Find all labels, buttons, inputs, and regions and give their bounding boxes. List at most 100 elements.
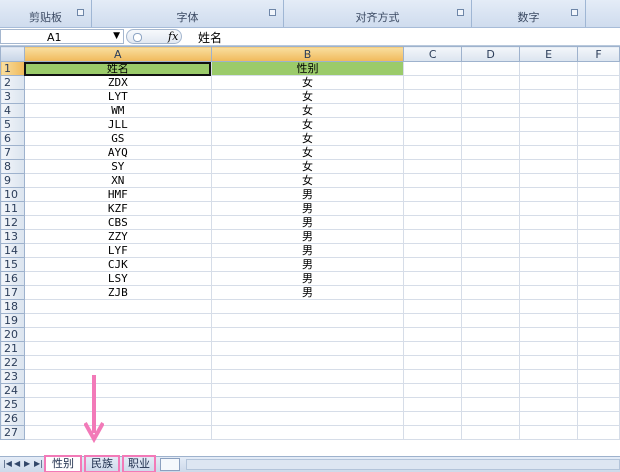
row-header[interactable]: 16: [0, 271, 25, 286]
cell-gender[interactable]: 男: [210, 257, 405, 272]
cell-gender[interactable]: 男: [210, 229, 405, 244]
dialog-launcher-icon[interactable]: [77, 9, 84, 16]
row-header[interactable]: 10: [0, 187, 25, 202]
cell-empty[interactable]: [461, 131, 521, 146]
cell-name[interactable]: LYT: [23, 89, 212, 104]
cell-empty[interactable]: [519, 229, 579, 244]
dialog-launcher-icon[interactable]: [457, 9, 464, 16]
cell-empty[interactable]: [577, 257, 620, 272]
cancel-icon[interactable]: [133, 33, 142, 42]
chevron-down-icon[interactable]: ▼: [113, 31, 120, 41]
cell-empty[interactable]: [577, 173, 620, 188]
cell-name[interactable]: [23, 369, 212, 384]
prev-sheet-icon[interactable]: ◀: [14, 459, 20, 468]
cell-empty[interactable]: [577, 327, 620, 342]
column-header-b[interactable]: B: [210, 46, 405, 62]
cell-empty[interactable]: [519, 425, 579, 440]
cell-name[interactable]: ZZY: [23, 229, 212, 244]
cell-name[interactable]: [23, 327, 212, 342]
cell-gender[interactable]: 男: [210, 271, 405, 286]
cell-gender[interactable]: 女: [210, 117, 405, 132]
row-header[interactable]: 14: [0, 243, 25, 258]
cell-empty[interactable]: [519, 117, 579, 132]
cell-empty[interactable]: [461, 75, 521, 90]
cell-empty[interactable]: [461, 103, 521, 118]
cell-name[interactable]: CBS: [23, 215, 212, 230]
cell-empty[interactable]: [519, 131, 579, 146]
select-all-corner[interactable]: [0, 46, 25, 62]
cell-name[interactable]: [23, 383, 212, 398]
cell-empty[interactable]: [403, 285, 463, 300]
cell-name[interactable]: [23, 355, 212, 370]
last-sheet-icon[interactable]: ▶|: [34, 459, 43, 468]
cell-empty[interactable]: [519, 243, 579, 258]
row-header[interactable]: 2: [0, 75, 25, 90]
row-header[interactable]: 7: [0, 145, 25, 160]
dialog-launcher-icon[interactable]: [571, 9, 578, 16]
cell-empty[interactable]: [403, 369, 463, 384]
cell-name[interactable]: LSY: [23, 271, 212, 286]
cell-empty[interactable]: [403, 243, 463, 258]
cell-name[interactable]: [23, 313, 212, 328]
cell-gender[interactable]: 女: [210, 103, 405, 118]
cell-empty[interactable]: [519, 89, 579, 104]
cell-gender[interactable]: [210, 383, 405, 398]
cell-gender[interactable]: 女: [210, 159, 405, 174]
cell-empty[interactable]: [519, 327, 579, 342]
cell-empty[interactable]: [461, 61, 521, 76]
cell-empty[interactable]: [403, 117, 463, 132]
cell-empty[interactable]: [461, 327, 521, 342]
row-header[interactable]: 15: [0, 257, 25, 272]
cell-empty[interactable]: [519, 61, 579, 76]
cell-empty[interactable]: [577, 145, 620, 160]
cell-name[interactable]: [23, 341, 212, 356]
cell-empty[interactable]: [403, 89, 463, 104]
cell-empty[interactable]: [577, 89, 620, 104]
row-header[interactable]: 12: [0, 215, 25, 230]
name-box[interactable]: A1 ▼: [0, 29, 124, 44]
cell-a1-active[interactable]: 姓名: [23, 61, 212, 76]
cell-empty[interactable]: [577, 411, 620, 426]
sheet-tab-gender[interactable]: 性别: [44, 455, 82, 472]
cell-empty[interactable]: [403, 327, 463, 342]
cell-gender[interactable]: 女: [210, 89, 405, 104]
cell-empty[interactable]: [461, 425, 521, 440]
cell-empty[interactable]: [577, 215, 620, 230]
cell-empty[interactable]: [461, 383, 521, 398]
cell-empty[interactable]: [519, 187, 579, 202]
cell-empty[interactable]: [577, 271, 620, 286]
cell-gender[interactable]: [210, 327, 405, 342]
cell-gender[interactable]: 男: [210, 215, 405, 230]
cell-empty[interactable]: [403, 299, 463, 314]
cell-empty[interactable]: [403, 271, 463, 286]
cell-empty[interactable]: [461, 201, 521, 216]
row-header[interactable]: 13: [0, 229, 25, 244]
row-header[interactable]: 6: [0, 131, 25, 146]
cell-empty[interactable]: [403, 397, 463, 412]
cell-empty[interactable]: [577, 117, 620, 132]
cell-gender[interactable]: 男: [210, 201, 405, 216]
cell-empty[interactable]: [519, 103, 579, 118]
column-header-e[interactable]: E: [519, 46, 579, 62]
cell-empty[interactable]: [461, 117, 521, 132]
cell-empty[interactable]: [461, 229, 521, 244]
cell-gender[interactable]: 女: [210, 131, 405, 146]
cell-empty[interactable]: [403, 355, 463, 370]
cell-empty[interactable]: [461, 313, 521, 328]
row-header[interactable]: 26: [0, 411, 25, 426]
cell-gender[interactable]: [210, 355, 405, 370]
cell-name[interactable]: JLL: [23, 117, 212, 132]
cell-empty[interactable]: [461, 215, 521, 230]
cell-gender[interactable]: [210, 313, 405, 328]
cell-empty[interactable]: [403, 145, 463, 160]
insert-sheet-icon[interactable]: [160, 458, 180, 471]
row-header[interactable]: 11: [0, 201, 25, 216]
column-header-f[interactable]: F: [577, 46, 620, 62]
cell-name[interactable]: [23, 299, 212, 314]
cell-gender[interactable]: 男: [210, 243, 405, 258]
cell-empty[interactable]: [403, 103, 463, 118]
cell-empty[interactable]: [461, 173, 521, 188]
cell-name[interactable]: WM: [23, 103, 212, 118]
cell-empty[interactable]: [519, 285, 579, 300]
cell-empty[interactable]: [577, 201, 620, 216]
